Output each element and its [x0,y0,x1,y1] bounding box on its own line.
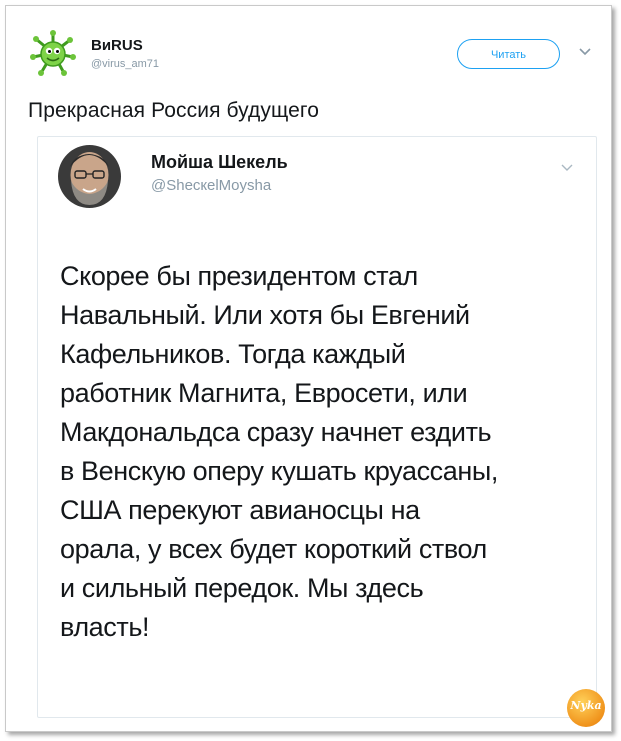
follow-button[interactable]: Читать [457,39,560,69]
quoted-author-avatar[interactable] [58,145,121,208]
watermark-logo: Nyka [567,689,605,727]
tweet-text: Прекрасная Россия будущего [28,99,320,122]
author-name[interactable]: BиRUS [91,37,143,54]
author-handle[interactable]: @virus_am71 [91,58,159,70]
watermark-text: Nyka [570,699,602,712]
quoted-tweet[interactable]: Мойша Шекель @ShecкelMoysha Скорее бы пр… [37,136,597,718]
tweet-card: BиRUS @virus_am71 Читать Прекрасная Росс… [5,5,612,732]
quoted-author-handle[interactable]: @ShecкelMoysha [151,177,271,194]
green-virus-icon [30,30,76,76]
chevron-down-icon[interactable] [579,48,591,56]
chevron-down-icon[interactable] [561,164,573,172]
quoted-tweet-body: Скорее бы президентом стал Навальный. Ил… [60,261,499,642]
author-avatar[interactable] [30,30,76,76]
person-photo-icon [58,145,121,208]
quoted-author-name[interactable]: Мойша Шекель [151,152,288,173]
